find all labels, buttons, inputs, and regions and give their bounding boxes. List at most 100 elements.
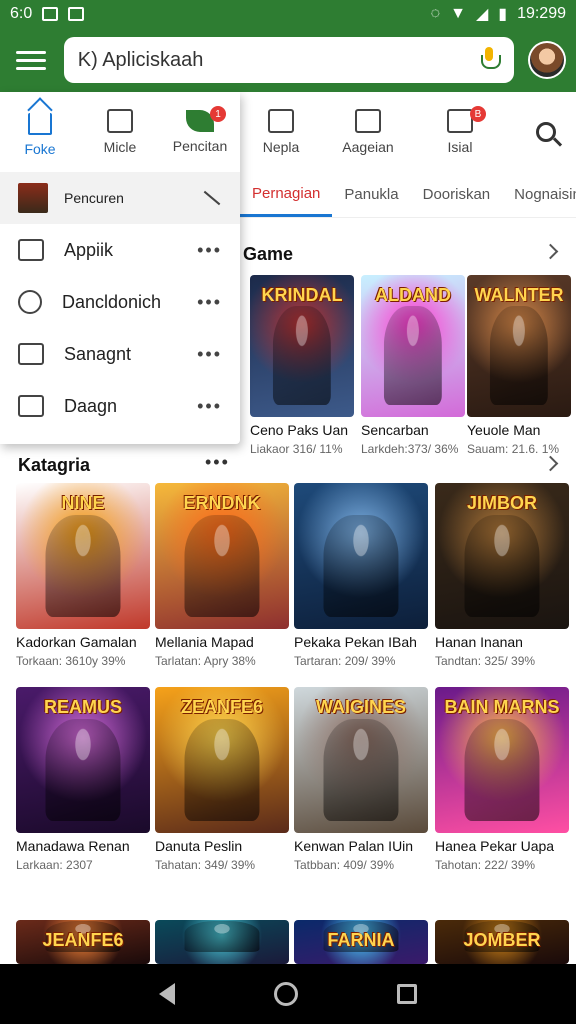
game-cover-image[interactable]: NINE	[16, 483, 150, 629]
list-icon	[107, 109, 133, 133]
game-cover-image[interactable]: ZEANFE6	[155, 687, 289, 833]
search-button[interactable]	[516, 92, 576, 172]
game-card[interactable]: JEANFE6	[16, 920, 150, 964]
game-cover-image[interactable]	[294, 483, 428, 629]
tab-dooriskan[interactable]: Dooriskan	[411, 172, 503, 217]
alarm-icon: ◌	[430, 5, 441, 22]
cover-title-art: ALDAND	[375, 285, 451, 305]
game-title: Kenwan Palan IUin	[294, 838, 414, 854]
drawer-user-row[interactable]: Pencuren	[0, 172, 240, 224]
drawer-item-daagn[interactable]: Daagn •••	[0, 380, 240, 432]
drawer-item-appiik[interactable]: Appiik •••	[0, 224, 240, 276]
microphone-icon[interactable]	[478, 47, 502, 73]
tab-nepla[interactable]: Nepla	[240, 92, 322, 172]
back-icon[interactable]	[159, 983, 176, 1005]
game-meta: Torkaan: 3610y 39%	[16, 654, 126, 668]
game-title: Hanea Pekar Uapa	[435, 838, 555, 854]
game-meta: Tahotan: 222/ 39%	[435, 858, 536, 872]
game-cover-image[interactable]: ALDAND	[361, 275, 465, 417]
game-cover-image[interactable]: FARNIA	[294, 920, 428, 964]
game-card[interactable]: BAIN MARNS Hanea Pekar Uapa Tahotan: 222/ …	[435, 687, 569, 872]
game-cover-image[interactable]: REAMUS	[16, 687, 150, 833]
notification-icon	[42, 7, 59, 21]
cover-title-art: REAMUS	[43, 697, 122, 717]
avatar[interactable]	[528, 41, 566, 79]
game-section-title: Game	[243, 244, 294, 264]
more-options-icon[interactable]: •••	[197, 292, 222, 313]
more-options-icon[interactable]: •••	[205, 452, 230, 473]
game-card[interactable]: NINE Kadorkan Gamalan Torkaan: 3610y 39%	[16, 483, 150, 668]
home-button-icon[interactable]	[273, 982, 298, 1006]
chevron-right-icon[interactable]	[542, 243, 559, 260]
game-card[interactable]: KRINDAL Ceno Paks Uan Liakaor 316/ 11%	[250, 275, 354, 456]
tab-nognaisin[interactable]: Nognaisin	[502, 172, 576, 217]
game-cover-image[interactable]: BAIN MARNS	[435, 687, 569, 833]
cover-title-art: KRINDAL	[261, 285, 343, 305]
chevron-right-icon[interactable]	[542, 455, 559, 472]
game-card[interactable]: JIMBOR Hanan Inanan Tandtan: 325/ 39%	[435, 483, 569, 668]
game-card[interactable]: ALDAND Sencarban Larkdeh:373/ 36%	[361, 275, 465, 456]
tab-aageian[interactable]: Aageian	[322, 92, 414, 172]
game-card[interactable]	[155, 920, 289, 964]
cover-title-art: WALNTER	[474, 285, 564, 305]
navigation-drawer: Foke Micle 1 Pencitan Pencuren Appiik ••…	[0, 92, 240, 444]
game-meta: Liakaor 316/ 11%	[250, 442, 343, 456]
search-input[interactable]: K) Apliciskaah	[63, 37, 515, 83]
drawer-tab-pencitan[interactable]: 1 Pencitan	[160, 92, 240, 172]
game-cover-image[interactable]: ERNDNK	[155, 483, 289, 629]
status-time-left: 6:0	[10, 5, 33, 22]
drawer-item-dancldonich[interactable]: Dancldonich •••	[0, 276, 240, 328]
tab-pernagian[interactable]: Pernagian	[240, 172, 333, 217]
drawer-tab-label: Micle	[103, 139, 137, 155]
game-cover-image[interactable]	[155, 920, 289, 964]
drawer-tab-micle[interactable]: Micle	[80, 92, 160, 172]
game-title: Sencarban	[361, 422, 429, 438]
game-meta: Larkdeh:373/ 36%	[361, 442, 459, 456]
game-card[interactable]: FARNIA	[294, 920, 428, 964]
game-card[interactable]: WALNTER Yeuole Man Sauam: 21.6. 1%	[467, 275, 571, 456]
notification-badge: B	[470, 106, 486, 122]
game-cover-image[interactable]: JIMBOR	[435, 483, 569, 629]
game-title: Danuta Peslin	[155, 838, 243, 854]
category-section-title: Katagria	[18, 455, 91, 475]
battery-icon: ▮	[498, 6, 508, 23]
game-title: Pekaka Pekan IBah	[294, 634, 417, 650]
game-title: Mellania Mapad	[155, 634, 254, 650]
game-card[interactable]: WAIGINES Kenwan Palan IUin Tatbban: 409/ 3…	[294, 687, 428, 872]
cover-title-art: JEANFE6	[42, 930, 124, 950]
wifi-icon: ▼	[450, 5, 466, 22]
drawer-tab-home[interactable]: Foke	[0, 92, 80, 172]
user-name: Pencuren	[64, 190, 124, 206]
game-cover-image[interactable]: JOMBER	[435, 920, 569, 964]
more-options-icon[interactable]: •••	[197, 240, 222, 261]
recent-apps-icon[interactable]	[396, 984, 417, 1004]
user-avatar	[18, 183, 48, 213]
boat-icon	[18, 395, 44, 417]
game-cover-image[interactable]: KRINDAL	[250, 275, 354, 417]
edit-icon[interactable]	[203, 190, 221, 206]
more-options-icon[interactable]: •••	[197, 396, 222, 417]
game-card[interactable]: ZEANFE6 Danuta Peslin Tahatan: 349/ 39%	[155, 687, 289, 872]
search-icon	[536, 122, 556, 142]
drawer-item-sanagnt[interactable]: Sanagnt •••	[0, 328, 240, 380]
game-cover-image[interactable]: WAIGINES	[294, 687, 428, 833]
tab-label: Isial	[447, 139, 473, 155]
game-card[interactable]: Pekaka Pekan IBah Tartaran: 209/ 39%	[294, 483, 428, 668]
mail-icon	[268, 109, 294, 133]
hamburger-menu-icon[interactable]	[10, 39, 52, 81]
cover-title-art: WAIGINES	[315, 697, 406, 717]
game-card[interactable]: REAMUS Manadawa Renan Larkaan: 2307	[16, 687, 150, 872]
game-cover-image[interactable]: JEANFE6	[16, 920, 150, 964]
more-options-icon[interactable]: •••	[197, 344, 222, 365]
drawer-item-label: Sanagnt	[64, 343, 132, 364]
app-bar: K) Apliciskaah	[0, 28, 576, 92]
game-card[interactable]: ERNDNK Mellania Mapad Tarlatan: Apry 38%	[155, 483, 289, 668]
tab-panukla[interactable]: Panukla	[332, 172, 410, 217]
app-icon	[18, 239, 44, 261]
game-card[interactable]: JOMBER	[435, 920, 569, 964]
game-meta: Tatbban: 409/ 39%	[294, 858, 395, 872]
tab-isial[interactable]: B Isial	[414, 92, 506, 172]
game-cover-image[interactable]: WALNTER	[467, 275, 571, 417]
game-title: Manadawa Renan	[16, 838, 130, 854]
image-notification-icon	[68, 7, 85, 21]
